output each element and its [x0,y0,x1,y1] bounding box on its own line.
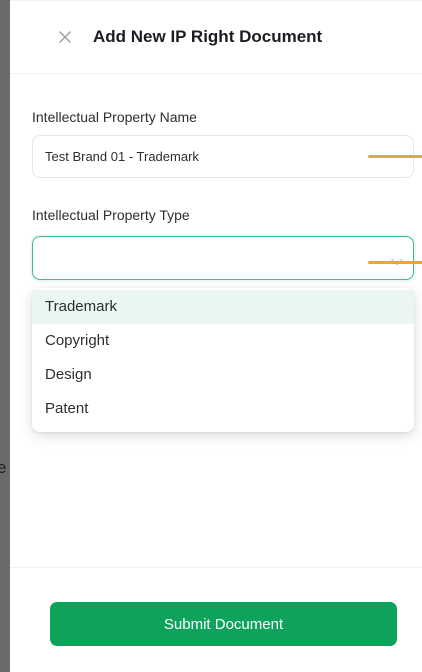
page-backdrop[interactable] [0,0,10,672]
drawer-header: Add New IP Right Document [10,0,422,74]
close-icon[interactable] [57,29,73,45]
chevron-down-icon[interactable] [391,253,403,266]
option-copyright[interactable]: Copyright [32,324,414,358]
footer-divider [10,567,422,568]
ip-name-label: Intellectual Property Name [32,109,197,125]
ip-type-select[interactable] [32,236,414,280]
option-design[interactable]: Design [32,358,414,392]
ip-type-dropdown: Trademark Copyright Design Patent [32,288,414,432]
ip-name-input[interactable] [32,135,414,178]
annotation-mark [368,155,422,158]
add-ip-document-drawer: Add New IP Right Document Intellectual P… [10,0,422,672]
option-patent[interactable]: Patent [32,392,414,426]
ip-type-label: Intellectual Property Type [32,207,190,223]
annotation-mark [368,261,422,264]
backdrop-text-fragment: e [0,458,7,477]
drawer-title: Add New IP Right Document [93,27,323,46]
submit-document-button[interactable]: Submit Document [50,602,397,646]
option-trademark[interactable]: Trademark [32,290,414,324]
